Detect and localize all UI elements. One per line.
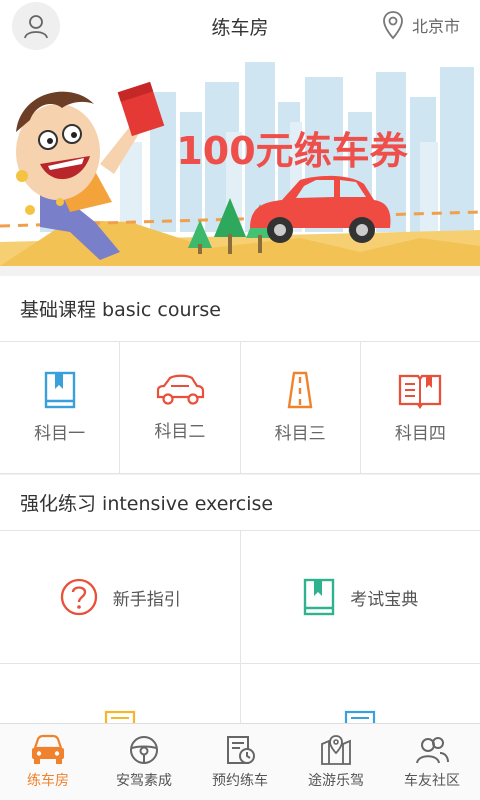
tab-book-practice[interactable]: 预约练车 [192, 724, 288, 800]
intensive-row: 新手指引 考试宝典 [0, 531, 480, 664]
subject-two-item[interactable]: 科目二 [120, 342, 241, 473]
banner-illustration: 100元练车券 [0, 52, 480, 266]
tab-practice-room[interactable]: 练车房 [0, 724, 96, 800]
bottom-tab-bar: 练车房 安驾素成 预约练车 途游乐驾 车友社区 [0, 723, 480, 800]
beginner-guide-label: 新手指引 [112, 589, 181, 610]
tab-label: 练车房 [27, 773, 69, 789]
location-pin-icon [383, 11, 403, 40]
exam-handbook-item[interactable]: 考试宝典 [241, 531, 480, 663]
user-icon [24, 15, 48, 39]
subject-four-label: 科目四 [394, 424, 446, 444]
promo-banner[interactable]: 100元练车券 [0, 52, 480, 266]
map-pin-icon [321, 735, 351, 765]
city-selector[interactable]: 北京市 [382, 10, 460, 40]
community-icon [416, 737, 449, 764]
book-bookmark-icon [44, 371, 75, 409]
subject-two-label: 科目二 [154, 422, 206, 442]
tab-label: 车友社区 [404, 773, 460, 789]
basic-course-title: 基础课程 basic course [20, 299, 221, 321]
subject-three-item[interactable]: 科目三 [241, 342, 361, 473]
subject-one-label: 科目一 [34, 424, 86, 444]
intensive-exercise-header: 强化练习 intensive exercise [0, 475, 480, 530]
basic-course-header: 基础课程 basic course [0, 276, 480, 341]
app-root: 练车房 北京市 100元练车券 基础课程 basic course 科目一 科目… [0, 0, 480, 800]
banner-headline: 100元练车券 [176, 129, 408, 173]
basic-course-grid: 科目一 科目二 科目三 科目四 [0, 341, 480, 474]
road-icon [287, 371, 313, 409]
tab-community[interactable]: 车友社区 [384, 724, 480, 800]
exam-handbook-label: 考试宝典 [350, 589, 419, 610]
intensive-exercise-title: 强化练习 intensive exercise [20, 493, 274, 515]
schedule-icon [227, 736, 255, 764]
page-title: 练车房 [211, 16, 269, 39]
car-front-icon [32, 734, 64, 764]
question-circle-icon [60, 578, 97, 616]
book-bookmark-icon [304, 578, 335, 616]
open-book-icon [399, 374, 442, 409]
tab-safe-driving[interactable]: 安驾素成 [96, 724, 192, 800]
top-bar: 练车房 北京市 [0, 0, 480, 52]
city-label: 北京市 [411, 17, 460, 36]
car-icon [156, 374, 204, 405]
avatar-button[interactable] [12, 2, 60, 50]
steering-wheel-icon [130, 736, 158, 764]
beginner-guide-item[interactable]: 新手指引 [0, 531, 241, 663]
tab-label: 途游乐驾 [308, 773, 364, 789]
subject-three-label: 科目三 [274, 424, 326, 444]
tab-label: 预约练车 [212, 773, 268, 789]
tab-label: 安驾素成 [116, 773, 172, 789]
subject-one-item[interactable]: 科目一 [0, 342, 121, 473]
subject-four-item[interactable]: 科目四 [361, 342, 480, 473]
tab-travel-driving[interactable]: 途游乐驾 [288, 724, 384, 800]
